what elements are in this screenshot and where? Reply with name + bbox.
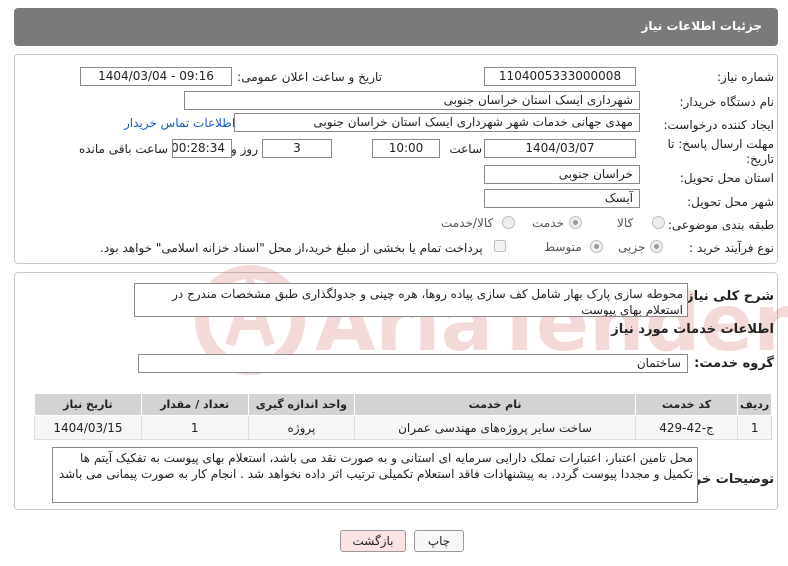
col-name-header: نام خدمت	[354, 393, 636, 416]
services-table-header: ردیف کد خدمت نام خدمت واحد اندازه گیری ت…	[34, 393, 772, 416]
creator-label: ایجاد کننده درخواست:	[663, 118, 774, 132]
print-button[interactable]: چاپ	[414, 530, 464, 552]
col-date-header: تاریخ نیاز	[34, 393, 142, 416]
cell-unit: پروژه	[247, 415, 356, 440]
deadline-time-field: 10:00	[372, 139, 440, 158]
remaining-days-field: 3	[262, 139, 332, 158]
deadline-date-field: 1404/03/07	[484, 139, 636, 158]
col-code-header: کد خدمت	[634, 393, 739, 416]
deadline-label-1: مهلت ارسال پاسخ: تا	[667, 137, 774, 151]
buyer-org-field: شهرداری ایسک استان خراسان جنوبی	[184, 91, 640, 110]
announce-label: تاریخ و ساعت اعلان عمومی:	[237, 70, 382, 84]
category-option-goods: کالا	[617, 216, 634, 230]
remaining-time-label: ساعت باقی مانده	[78, 142, 168, 156]
back-button[interactable]: بازگشت	[340, 530, 406, 552]
announce-datetime-field: 1404/03/04 - 09:16	[80, 67, 232, 86]
cell-qty: 1	[140, 415, 249, 440]
page-title: جزئیات اطلاعات نیاز	[641, 19, 762, 33]
process-radio-minor[interactable]	[650, 240, 663, 253]
page-header: جزئیات اطلاعات نیاز	[14, 8, 778, 46]
table-row: 1 ج-42-429 ساخت سایر پروژه‌های مهندسی عم…	[34, 415, 772, 440]
services-heading: اطلاعات خدمات مورد نیاز	[611, 322, 774, 337]
category-radio-goods-service[interactable]	[502, 216, 515, 229]
category-radio-goods[interactable]	[652, 216, 665, 229]
creator-field: مهدی جهانی خدمات شهر شهرداری ایسک استان …	[234, 113, 640, 132]
category-option-goods-service: کالا/خدمت	[441, 216, 494, 230]
cell-date: 1404/03/15	[34, 415, 142, 440]
category-radio-service[interactable]	[569, 216, 582, 229]
buyer-notes-field: محل تامین اعتبار، اعتبارات تملک دارایی س…	[52, 447, 698, 503]
description-label: شرح کلی نیاز:	[680, 289, 774, 304]
need-number-field: 1104005333000008	[484, 67, 636, 86]
cell-code: ج-42-429	[634, 415, 739, 440]
services-table: ردیف کد خدمت نام خدمت واحد اندازه گیری ت…	[34, 393, 772, 440]
cell-row: 1	[737, 415, 772, 440]
treasury-payment-checkbox[interactable]	[494, 240, 506, 252]
col-row-header: ردیف	[737, 393, 772, 416]
remaining-time-field: 00:28:34	[172, 139, 232, 158]
days-label: روز و	[231, 142, 258, 156]
service-group-field: ساختمان	[138, 354, 688, 373]
buyer-org-label: نام دستگاه خریدار:	[679, 95, 775, 109]
deadline-time-label: ساعت	[449, 142, 482, 156]
city-label: شهر محل تحویل:	[687, 195, 774, 209]
process-radio-medium[interactable]	[590, 240, 603, 253]
description-field: محوطه سازی پارک بهار شامل کف سازی پیاده …	[134, 283, 688, 317]
buyer-contact-link[interactable]: اطلاعات تماس خریدار	[124, 116, 235, 130]
col-qty-header: تعداد / مقدار	[140, 393, 249, 416]
province-label: استان محل تحویل:	[679, 171, 774, 185]
treasury-payment-note: پرداخت تمام یا بخشی از مبلغ خرید،از محل …	[100, 241, 483, 255]
category-label: طبقه بندی موضوعی:	[667, 218, 774, 232]
category-option-service: خدمت	[532, 216, 564, 230]
province-field: خراسان جنوبی	[484, 165, 640, 184]
col-unit-header: واحد اندازه گیری	[247, 393, 356, 416]
city-field: آیسک	[484, 189, 640, 208]
process-option-minor: جزیی	[618, 240, 646, 254]
process-option-medium: متوسط	[544, 240, 582, 254]
service-group-label: گروه خدمت:	[694, 356, 774, 371]
need-number-label: شماره نیاز:	[717, 70, 774, 84]
process-type-label: نوع فرآیند خرید :	[689, 241, 774, 255]
deadline-label-2: تاریخ:	[746, 152, 774, 166]
cell-name: ساخت سایر پروژه‌های مهندسی عمران	[354, 415, 636, 440]
